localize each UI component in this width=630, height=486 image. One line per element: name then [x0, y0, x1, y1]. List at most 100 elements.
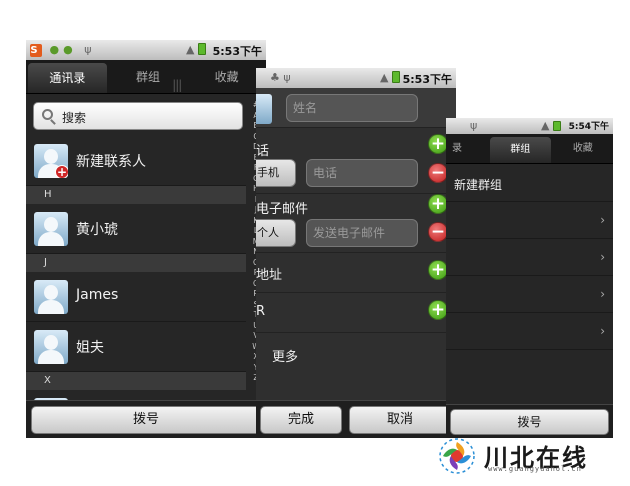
dial-button[interactable]: 拨号: [31, 406, 261, 434]
edit-contact-screen: ♣ ψ ▲ 5:53下午 姓名 话 + 手机 电话 − 电子邮件 + 个人 发送…: [256, 68, 456, 438]
contact-name: 黄小琥: [76, 222, 118, 238]
new-contact-row[interactable]: + 新建联系人: [26, 136, 246, 186]
phone-field[interactable]: 电话: [306, 159, 418, 187]
search-icon: [42, 109, 53, 120]
battery-icon: [392, 71, 400, 83]
avatar: [34, 212, 68, 246]
group-row[interactable]: ›: [446, 239, 613, 276]
group-row[interactable]: ›: [446, 202, 613, 239]
name-header: 姓名: [256, 88, 456, 128]
new-contact-label: 新建联系人: [76, 154, 146, 170]
status-time: 5:54下午: [568, 122, 609, 132]
section-header-j: J: [26, 254, 246, 272]
chevron-right-icon: ›: [600, 213, 605, 227]
divider: [256, 193, 456, 194]
status-bar: S ●● ψ ▲ 5:53下午: [26, 40, 266, 60]
address-section-label: 地址: [256, 268, 283, 283]
avatar-body: [38, 300, 64, 314]
notification-icons: ♣ ψ: [270, 71, 291, 84]
dial-bar: 拨号: [26, 400, 266, 438]
divider: [256, 252, 456, 253]
contact-photo[interactable]: [256, 94, 272, 124]
tab-groups[interactable]: 群组: [490, 137, 551, 163]
email-type-select[interactable]: 个人: [256, 219, 296, 247]
new-group-label: 新建群组: [454, 178, 503, 192]
contact-name: James: [76, 287, 119, 303]
done-button[interactable]: 完成: [260, 406, 342, 434]
search-input[interactable]: 搜索: [33, 102, 243, 130]
contact-row[interactable]: James: [26, 272, 246, 322]
email-section-label: 电子邮件: [256, 202, 309, 217]
groups-screen: ψ ▲ 5:54下午 录 群组 收藏 新建群组 › › › › 拨号: [446, 118, 613, 438]
contact-list: + 新建联系人 H 黄小琥 J James 姐夫 X 小萧: [26, 136, 246, 438]
groups-tabbar: 录 群组 收藏: [446, 134, 613, 164]
contact-row[interactable]: 黄小琥: [26, 204, 246, 254]
add-address-icon[interactable]: +: [428, 260, 448, 280]
add-contact-icon: +: [55, 165, 68, 178]
avatar-body: [38, 350, 64, 364]
contact-row[interactable]: 姐夫: [26, 322, 246, 372]
contacts-screen: S ●● ψ ▲ 5:53下午 通讯录 群组||| 收藏 搜索 # A B C …: [26, 40, 266, 438]
tab-contacts[interactable]: 录: [446, 134, 488, 163]
status-time: 5:53下午: [402, 73, 452, 86]
email-field[interactable]: 发送电子邮件: [306, 219, 418, 247]
name-field[interactable]: 姓名: [286, 94, 418, 122]
app-notification-icon: S: [30, 44, 42, 57]
contacts-tabbar: 通讯录 群组 ||| 收藏: [26, 60, 266, 94]
remove-phone-icon[interactable]: −: [428, 163, 448, 183]
avatar-head: [44, 149, 58, 164]
group-row[interactable]: ›: [446, 276, 613, 313]
cancel-button[interactable]: 取消: [349, 406, 451, 434]
new-group-row[interactable]: 新建群组: [446, 165, 613, 202]
status-bar: ψ ▲ 5:54下午: [446, 118, 613, 134]
divider: [256, 332, 456, 333]
other-section-label: R: [256, 304, 266, 319]
group-row[interactable]: ›: [446, 313, 613, 350]
avatar-head: [44, 335, 58, 350]
chevron-right-icon: ›: [600, 324, 605, 338]
tab-groups-icon: |||: [172, 78, 182, 92]
avatar: [34, 280, 68, 314]
screenshot-collage: S ●● ψ ▲ 5:53下午 通讯录 群组||| 收藏 搜索 # A B C …: [0, 0, 630, 486]
chevron-right-icon: ›: [600, 287, 605, 301]
battery-icon: [553, 121, 561, 131]
tab-favorites[interactable]: 收藏: [553, 134, 613, 163]
logo-url: www.guangyuanol.cn: [488, 465, 582, 473]
tab-contacts[interactable]: 通讯录: [28, 63, 107, 93]
section-header-h: H: [26, 186, 246, 204]
section-header-x: X: [26, 372, 246, 390]
tab-favorites[interactable]: 收藏: [187, 60, 266, 93]
divider: [256, 292, 456, 293]
notification-icons: ψ: [470, 119, 478, 132]
more-fields-link[interactable]: 更多: [272, 346, 456, 365]
edit-action-bar: 完成 取消: [256, 400, 456, 438]
notification-icons: S ●● ψ: [30, 43, 96, 57]
chevron-right-icon: ›: [600, 250, 605, 264]
dial-button[interactable]: 拨号: [450, 409, 609, 435]
add-phone-icon[interactable]: +: [428, 134, 448, 154]
status-bar: ♣ ψ ▲ 5:53下午: [256, 68, 456, 88]
signal-icon: ▲: [186, 43, 206, 56]
tab-groups-label: 群组: [136, 70, 161, 84]
phone-type-select[interactable]: 手机: [256, 159, 296, 187]
signal-icon: ▲: [380, 71, 400, 84]
dial-bar: 拨号: [446, 404, 613, 438]
contact-name: 姐夫: [76, 340, 104, 356]
search-placeholder: 搜索: [62, 111, 87, 125]
logo-emblem-icon: [439, 438, 475, 474]
tab-groups[interactable]: 群组 |||: [109, 60, 188, 93]
battery-icon: [198, 43, 206, 55]
avatar-head: [44, 285, 58, 300]
phone-section-label: 话: [256, 144, 270, 159]
remove-email-icon[interactable]: −: [428, 222, 448, 242]
add-other-icon[interactable]: +: [428, 300, 448, 320]
signal-icon: ▲: [541, 119, 561, 132]
avatar: +: [34, 144, 68, 178]
pea-icon: ●●: [49, 43, 77, 56]
avatar-body: [38, 232, 64, 246]
site-logo: 川北在线 www.guangyuanol.cn: [432, 436, 622, 476]
avatar-head: [44, 217, 58, 232]
avatar: [34, 330, 68, 364]
add-email-icon[interactable]: +: [428, 194, 448, 214]
status-time: 5:53下午: [212, 45, 262, 58]
